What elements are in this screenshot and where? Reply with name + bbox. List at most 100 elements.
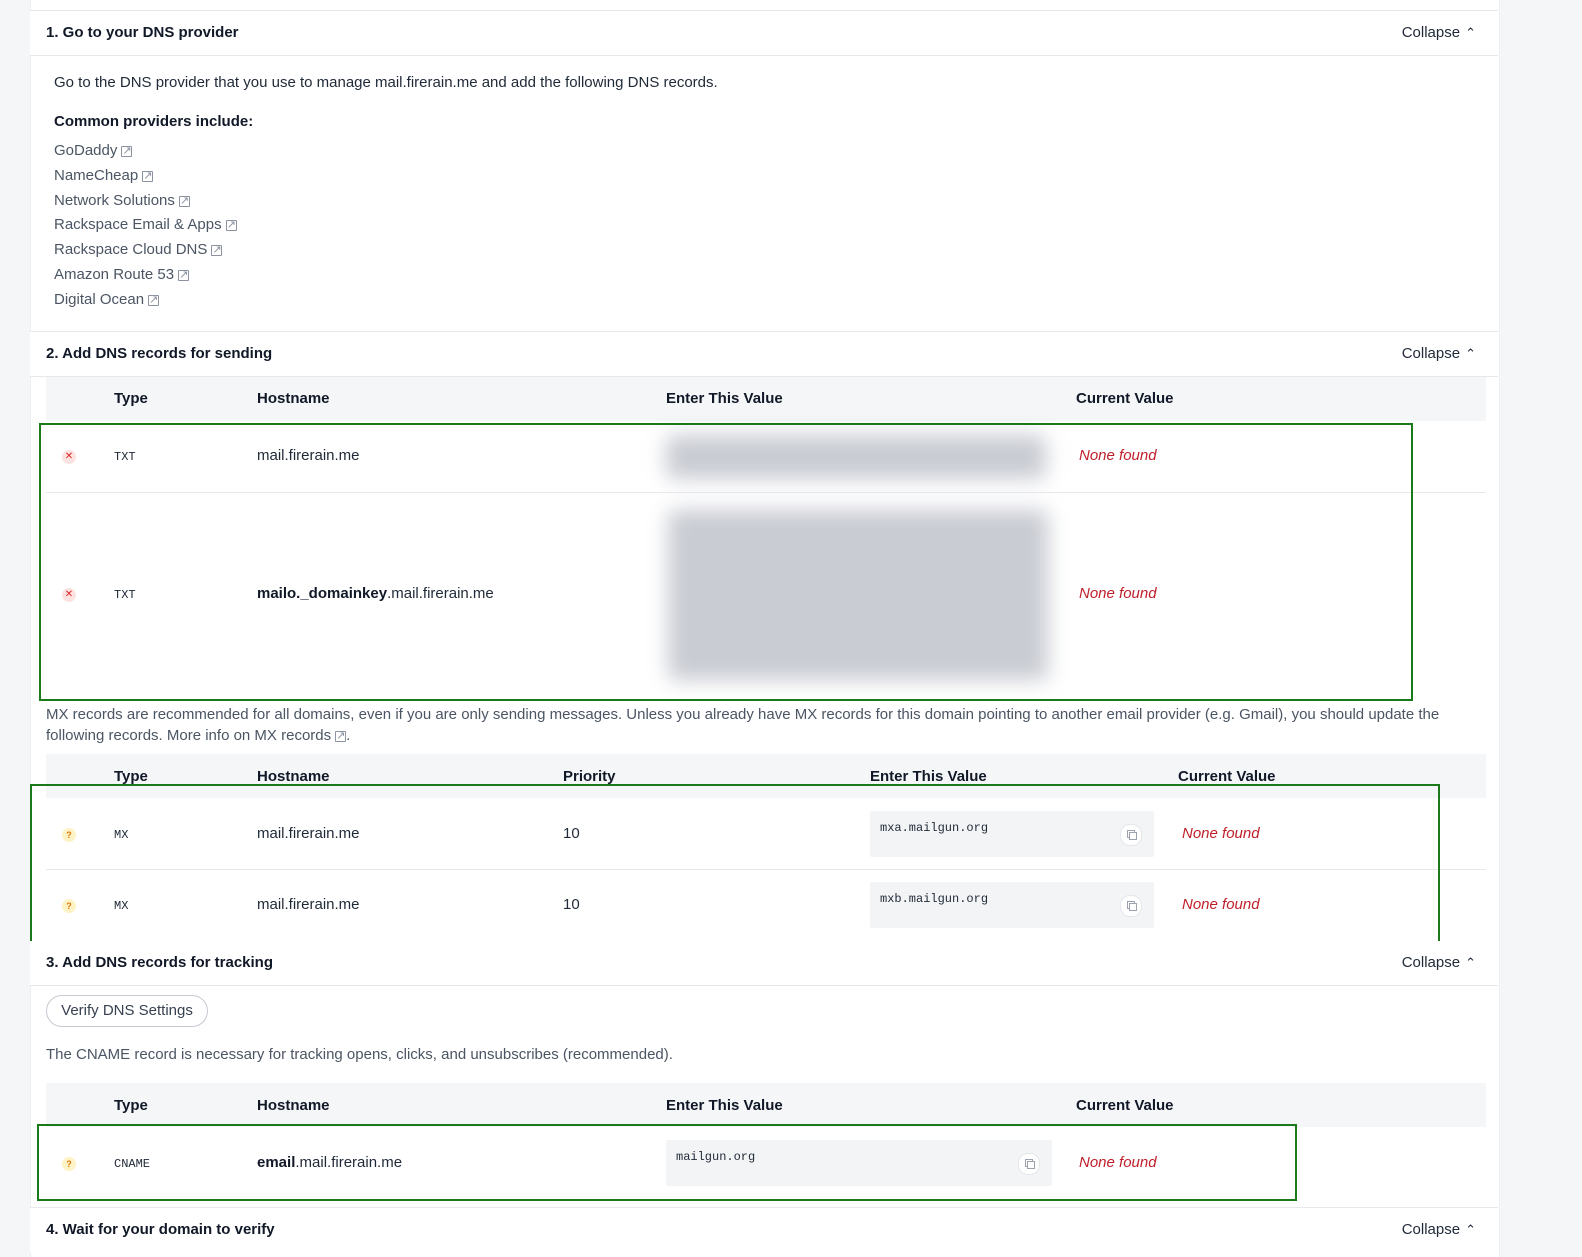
provider-link-amazon-route-53[interactable]: Amazon Route 53 ↗ bbox=[54, 266, 190, 283]
provider-link-godaddy[interactable]: GoDaddy ↗ bbox=[54, 142, 133, 159]
record-value: mxa.mailgun.org bbox=[880, 821, 989, 835]
provider-label: Amazon Route 53 bbox=[54, 266, 175, 283]
record-value: mxb.mailgun.org bbox=[880, 892, 989, 906]
value-box: mxa.mailgun.org bbox=[870, 811, 1154, 857]
hostname-prefix: email bbox=[257, 1154, 296, 1171]
provider-label: Digital Ocean bbox=[54, 291, 145, 308]
section-3-header: 3. Add DNS records for tracking Collapse… bbox=[30, 941, 1498, 986]
redacted-value bbox=[668, 510, 1048, 680]
x-icon: ✕ bbox=[62, 588, 76, 602]
column-header-type: Type bbox=[114, 1097, 148, 1114]
providers-heading: Common providers include: bbox=[54, 113, 254, 130]
provider-link-rackspace-cloud-dns[interactable]: Rackspace Cloud DNS ↗ bbox=[54, 241, 223, 258]
provider-label: Rackspace Cloud DNS bbox=[54, 241, 208, 258]
hostname-suffix: .mail.firerain.me bbox=[295, 1154, 403, 1171]
current-value: None found bbox=[1079, 447, 1157, 464]
question-icon: ? bbox=[62, 828, 76, 842]
collapse-label: Collapse bbox=[1401, 954, 1461, 971]
column-header-current: Current Value bbox=[1076, 390, 1174, 407]
table-header: Type Hostname Enter This Value Current V… bbox=[46, 1083, 1486, 1127]
current-value: None found bbox=[1182, 825, 1260, 842]
table-header: Type Hostname Enter This Value Current V… bbox=[46, 377, 1486, 421]
question-icon: ? bbox=[62, 1157, 76, 1171]
section-4-header: 4. Wait for your domain to verify Collap… bbox=[30, 1208, 1498, 1252]
external-link-icon: ↗ bbox=[178, 195, 190, 207]
column-header-current: Current Value bbox=[1178, 768, 1276, 785]
column-header-current: Current Value bbox=[1076, 1097, 1174, 1114]
column-header-priority: Priority bbox=[563, 768, 616, 785]
hostname-suffix: .mail.firerain.me bbox=[387, 585, 494, 602]
provider-link-network-solutions[interactable]: Network Solutions ↗ bbox=[54, 192, 190, 209]
value-box: mxb.mailgun.org bbox=[870, 882, 1154, 928]
record-priority: 10 bbox=[563, 825, 580, 842]
provider-link-digital-ocean[interactable]: Digital Ocean ↗ bbox=[54, 291, 160, 308]
column-header-type: Type bbox=[114, 390, 148, 407]
column-header-type: Type bbox=[114, 768, 148, 785]
redacted-value bbox=[666, 435, 1046, 479]
chevron-up-icon: ⌃ bbox=[1465, 1222, 1476, 1237]
external-link-icon: ↗ bbox=[211, 244, 223, 256]
mx-note-line-2: following records. More info on MX recor… bbox=[46, 727, 350, 744]
collapse-button[interactable]: Collapse ⌃ bbox=[1402, 941, 1476, 985]
record-hostname: mail.firerain.me bbox=[257, 825, 360, 842]
section-title: 4. Wait for your domain to verify bbox=[46, 1221, 275, 1238]
record-type: MX bbox=[114, 828, 129, 842]
cname-note: The CNAME record is necessary for tracki… bbox=[46, 1046, 673, 1063]
external-link-icon[interactable]: ↗ bbox=[335, 731, 347, 742]
current-value: None found bbox=[1079, 585, 1157, 602]
record-type: MX bbox=[114, 899, 129, 913]
x-icon: ✕ bbox=[62, 450, 76, 464]
record-hostname: mail.firerain.me bbox=[257, 896, 360, 913]
record-hostname: mail.firerain.me bbox=[257, 447, 360, 464]
copy-icon[interactable] bbox=[1120, 895, 1142, 917]
value-box: mailgun.org bbox=[666, 1140, 1052, 1186]
record-type: TXT bbox=[114, 588, 136, 602]
verify-dns-button[interactable]: Verify DNS Settings bbox=[46, 995, 208, 1027]
column-header-hostname: Hostname bbox=[257, 1097, 330, 1114]
intro-text: Go to the DNS provider that you use to m… bbox=[54, 74, 718, 91]
column-header-value: Enter This Value bbox=[870, 768, 987, 785]
mx-note-period: . bbox=[346, 727, 351, 744]
collapse-button[interactable]: Collapse ⌃ bbox=[1402, 11, 1476, 55]
provider-link-namecheap[interactable]: NameCheap ↗ bbox=[54, 167, 154, 184]
chevron-up-icon: ⌃ bbox=[1465, 955, 1476, 970]
section-title: 2. Add DNS records for sending bbox=[46, 345, 273, 362]
copy-icon[interactable] bbox=[1120, 824, 1142, 846]
column-header-hostname: Hostname bbox=[257, 768, 330, 785]
section-title: 1. Go to your DNS provider bbox=[46, 24, 239, 41]
record-hostname: email.mail.firerain.me bbox=[257, 1154, 402, 1171]
record-priority: 10 bbox=[563, 896, 580, 913]
row-divider bbox=[46, 869, 1486, 870]
column-header-value: Enter This Value bbox=[666, 1097, 783, 1114]
collapse-label: Collapse bbox=[1401, 1221, 1461, 1238]
column-header-value: Enter This Value bbox=[666, 390, 783, 407]
provider-link-rackspace-email[interactable]: Rackspace Email & Apps ↗ bbox=[54, 216, 237, 233]
current-value: None found bbox=[1079, 1154, 1157, 1171]
column-header-hostname: Hostname bbox=[257, 390, 330, 407]
external-link-icon: ↗ bbox=[142, 170, 154, 182]
external-link-icon: ↗ bbox=[225, 219, 237, 231]
question-icon: ? bbox=[62, 899, 76, 913]
collapse-button[interactable]: Collapse ⌃ bbox=[1402, 332, 1476, 376]
table-header: Type Hostname Priority Enter This Value … bbox=[46, 754, 1486, 798]
copy-icon[interactable] bbox=[1018, 1153, 1040, 1175]
current-value: None found bbox=[1182, 896, 1260, 913]
provider-label: Network Solutions bbox=[54, 192, 175, 209]
collapse-label: Collapse bbox=[1401, 345, 1461, 362]
chevron-up-icon: ⌃ bbox=[1465, 25, 1476, 40]
external-link-icon: ↗ bbox=[121, 145, 133, 157]
chevron-up-icon: ⌃ bbox=[1465, 346, 1476, 361]
external-link-icon: ↗ bbox=[148, 294, 160, 306]
hostname-prefix: mailo._domainkey bbox=[257, 585, 388, 602]
record-value: mailgun.org bbox=[676, 1150, 756, 1164]
hostname-suffix: mail.firerain.me bbox=[257, 447, 360, 464]
collapse-label: Collapse bbox=[1401, 24, 1461, 41]
record-type: TXT bbox=[114, 450, 136, 464]
section-1-header: 1. Go to your DNS provider Collapse ⌃ bbox=[30, 11, 1498, 56]
section-2-header: 2. Add DNS records for sending Collapse ⌃ bbox=[30, 332, 1498, 377]
record-type: CNAME bbox=[114, 1157, 151, 1171]
section-title: 3. Add DNS records for tracking bbox=[46, 954, 273, 971]
external-link-icon: ↗ bbox=[178, 269, 190, 281]
collapse-button[interactable]: Collapse ⌃ bbox=[1402, 1208, 1476, 1252]
provider-label: NameCheap bbox=[54, 167, 139, 184]
